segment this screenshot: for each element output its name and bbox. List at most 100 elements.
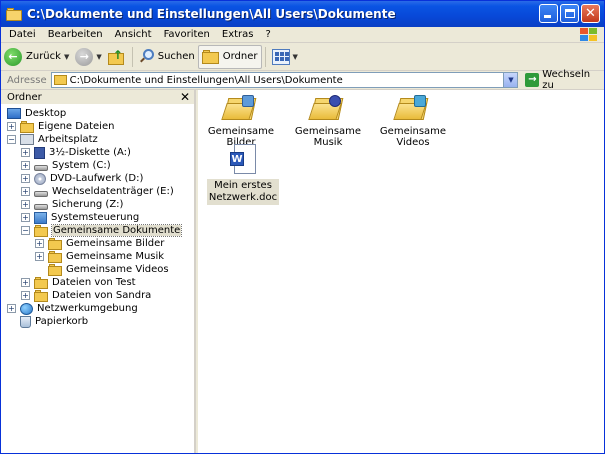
- expand-icon[interactable]: +: [21, 187, 30, 196]
- address-bar: Adresse C:\Dokumente und Einstellungen\A…: [1, 69, 604, 91]
- tree-item-gemeinsame-dokumente[interactable]: − Gemeinsame Dokumente: [21, 224, 183, 237]
- dvd-icon: [34, 172, 46, 185]
- minimize-button[interactable]: [539, 4, 558, 23]
- tree-item-gemeinsame-musik[interactable]: + Gemeinsame Musik: [35, 250, 164, 263]
- search-button[interactable]: Suchen: [136, 45, 198, 69]
- go-button[interactable]: → Wechseln zu: [525, 69, 604, 91]
- expand-icon[interactable]: +: [21, 200, 30, 209]
- maximize-button[interactable]: [560, 4, 579, 23]
- tree-item-dateien-von-test[interactable]: + Dateien von Test: [21, 276, 136, 289]
- folders-icon: [201, 49, 220, 64]
- menu-bearbeiten[interactable]: Bearbeiten: [42, 29, 109, 40]
- folders-button[interactable]: Ordner: [197, 44, 262, 69]
- folder-pane: Ordner ✕ Desktop + Eigene Dateien − Arbe…: [1, 90, 196, 453]
- search-label: Suchen: [157, 51, 195, 62]
- removable-drive-icon: [34, 190, 48, 197]
- control-panel-icon: [34, 211, 47, 224]
- expand-icon[interactable]: +: [21, 213, 30, 222]
- maximize-icon: [565, 9, 575, 18]
- expand-icon[interactable]: +: [21, 278, 30, 287]
- menu-help[interactable]: ?: [260, 29, 277, 40]
- file-item-gemeinsame-videos[interactable]: Gemeinsame Videos: [370, 94, 456, 148]
- tree-item-sicherung[interactable]: + Sicherung (Z:): [21, 198, 123, 211]
- minimize-icon: [544, 15, 551, 18]
- tree-item-papierkorb[interactable]: Papierkorb: [20, 315, 88, 328]
- drive-icon: [34, 164, 48, 171]
- views-icon: [271, 48, 290, 65]
- go-arrow-icon: →: [525, 73, 540, 87]
- back-button[interactable]: ← Zurück ▼: [1, 45, 72, 69]
- tree-item-desktop[interactable]: Desktop: [7, 107, 66, 120]
- search-icon: [139, 48, 155, 65]
- desktop-icon: [7, 108, 21, 119]
- floppy-icon: [34, 146, 45, 159]
- file-item-gemeinsame-bilder[interactable]: Gemeinsame Bilder: [198, 94, 284, 148]
- tree-item-system-c[interactable]: + System (C:): [21, 159, 111, 172]
- expand-icon[interactable]: +: [35, 239, 44, 248]
- menu-ansicht[interactable]: Ansicht: [109, 29, 158, 40]
- menu-bar: Datei Bearbeiten Ansicht Favoriten Extra…: [1, 27, 604, 43]
- expand-icon[interactable]: +: [21, 161, 30, 170]
- go-label: Wechseln zu: [542, 69, 591, 91]
- window-title: C:\Dokumente und Einstellungen\All Users…: [27, 7, 396, 21]
- menu-favoriten[interactable]: Favoriten: [158, 29, 216, 40]
- close-icon[interactable]: ✕: [180, 90, 190, 104]
- expand-icon[interactable]: +: [21, 174, 30, 183]
- toolbar-separator: [131, 46, 133, 67]
- collapse-icon[interactable]: −: [21, 226, 30, 235]
- windows-logo-icon: [580, 28, 598, 42]
- expand-icon[interactable]: +: [35, 252, 44, 261]
- expand-icon[interactable]: +: [7, 304, 16, 313]
- expand-icon[interactable]: +: [21, 148, 30, 157]
- forward-dropdown-icon[interactable]: ▼: [96, 53, 101, 61]
- close-button[interactable]: ✕: [581, 4, 600, 23]
- forward-button[interactable]: → ▼: [72, 45, 104, 69]
- folder-videos-icon: [393, 94, 430, 122]
- address-input[interactable]: C:\Dokumente und Einstellungen\All Users…: [50, 72, 519, 88]
- up-button[interactable]: ↑: [105, 45, 129, 69]
- tree-item-gemeinsame-bilder[interactable]: + Gemeinsame Bilder: [35, 237, 164, 250]
- folder-up-icon: ↑: [107, 48, 126, 66]
- address-label: Adresse: [7, 74, 47, 86]
- expand-icon[interactable]: +: [7, 122, 16, 131]
- tree-item-dateien-von-sandra[interactable]: + Dateien von Sandra: [21, 289, 151, 302]
- title-bar[interactable]: C:\Dokumente und Einstellungen\All Users…: [1, 1, 604, 27]
- folder-icon: [20, 120, 34, 133]
- address-value: C:\Dokumente und Einstellungen\All Users…: [69, 74, 343, 86]
- folder-icon: [53, 75, 67, 85]
- computer-icon: [20, 134, 34, 145]
- file-label: Gemeinsame Musik: [294, 126, 362, 148]
- tree-item-diskette[interactable]: + 3½-Diskette (A:): [21, 146, 131, 159]
- tree-item-eigene-dateien[interactable]: + Eigene Dateien: [7, 120, 114, 133]
- file-label: Gemeinsame Videos: [379, 126, 447, 148]
- explorer-window: C:\Dokumente und Einstellungen\All Users…: [0, 0, 605, 454]
- back-label: Zurück: [26, 51, 61, 62]
- file-item-gemeinsame-musik[interactable]: Gemeinsame Musik: [285, 94, 371, 148]
- menu-datei[interactable]: Datei: [1, 29, 42, 40]
- folder-music-icon: [48, 250, 62, 263]
- address-dropdown-icon[interactable]: ▼: [503, 73, 518, 87]
- tree-item-wechseldatentraeger[interactable]: + Wechseldatenträger (E:): [21, 185, 174, 198]
- file-item-mein-erstes-netzwerk[interactable]: W Mein erstes Netzwerk.doc: [202, 144, 284, 205]
- network-icon: [20, 302, 33, 315]
- folder-pane-title: Ordner: [7, 91, 42, 103]
- collapse-icon[interactable]: −: [7, 135, 16, 144]
- tree-item-gemeinsame-videos[interactable]: Gemeinsame Videos: [35, 263, 169, 276]
- tree-item-netzwerkumgebung[interactable]: + Netzwerkumgebung: [7, 302, 138, 315]
- views-dropdown-icon[interactable]: ▼: [293, 53, 298, 61]
- folders-label: Ordner: [222, 51, 258, 62]
- forward-arrow-icon: →: [75, 47, 94, 66]
- menu-extras[interactable]: Extras: [216, 29, 260, 40]
- tree-item-arbeitsplatz[interactable]: − Arbeitsplatz: [7, 133, 98, 146]
- open-folder-icon: [34, 224, 48, 237]
- back-dropdown-icon[interactable]: ▼: [64, 53, 69, 61]
- tree-item-systemsteuerung[interactable]: + Systemsteuerung: [21, 211, 139, 224]
- folder-pictures-icon: [48, 237, 62, 250]
- content-pane: Gemeinsame Bilder Gemeinsame Musik Gemei…: [198, 90, 604, 453]
- views-button[interactable]: ▼: [269, 45, 301, 69]
- folder-icon: [34, 289, 48, 302]
- close-icon: ✕: [585, 6, 596, 21]
- recycle-bin-icon: [20, 315, 31, 328]
- expand-icon[interactable]: +: [21, 291, 30, 300]
- tree-item-dvd[interactable]: + DVD-Laufwerk (D:): [21, 172, 143, 185]
